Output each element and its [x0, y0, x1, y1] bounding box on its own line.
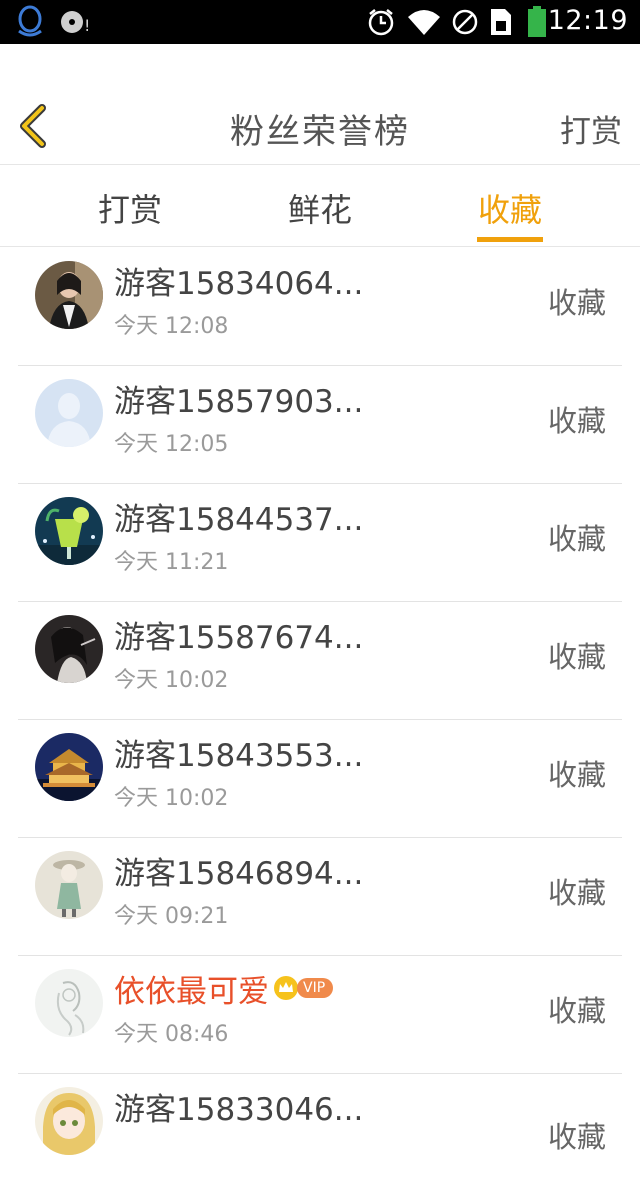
fan-time: 今天 08:46: [114, 1022, 229, 1047]
sim-icon: [488, 6, 514, 38]
avatar[interactable]: [35, 497, 103, 565]
fan-action-label: 收藏: [547, 876, 606, 910]
fan-action-label: 收藏: [547, 640, 606, 674]
fan-list: 游客15834064... 今天 12:08 收藏 游客15857903... …: [0, 248, 640, 1192]
avatar[interactable]: [35, 851, 103, 919]
fan-name: 依依最可爱: [114, 973, 269, 1010]
fan-time: 今天 12:08: [114, 314, 229, 339]
svg-text:!: !: [84, 16, 90, 35]
tab-favorites[interactable]: 收藏: [478, 185, 542, 231]
fan-time: 今天 12:05: [114, 432, 229, 457]
fan-row[interactable]: 依依最可爱 VIP 今天 08:46 收藏: [18, 956, 622, 1074]
tab-reward[interactable]: 打赏: [98, 185, 162, 231]
fan-row[interactable]: 游客15587674... 今天 10:02 收藏: [18, 602, 622, 720]
fan-row[interactable]: 游客15857903... 今天 12:05 收藏: [18, 366, 622, 484]
fan-action-label: 收藏: [547, 994, 606, 1028]
fan-row[interactable]: 游客15834064... 今天 12:08 收藏: [18, 248, 622, 366]
top-app-bar: 粉丝荣誉榜 打赏: [0, 44, 640, 165]
reward-button[interactable]: 打赏: [560, 106, 622, 151]
page-title: 粉丝荣誉榜: [230, 112, 410, 152]
fan-action-label: 收藏: [547, 1120, 606, 1154]
avatar[interactable]: [35, 969, 103, 1037]
avatar[interactable]: [35, 615, 103, 683]
tab-active-indicator: [477, 237, 543, 242]
fan-row[interactable]: 游客15846894... 今天 09:21 收藏: [18, 838, 622, 956]
avatar[interactable]: [35, 733, 103, 801]
fan-time: 今天 10:02: [114, 786, 229, 811]
no-sim-icon: [450, 6, 480, 38]
fan-action-label: 收藏: [547, 758, 606, 792]
fan-name: 游客15846894...: [114, 855, 364, 892]
status-time: 12:19: [547, 5, 628, 36]
fan-action-label: 收藏: [547, 404, 606, 438]
fan-action-label: 收藏: [547, 286, 606, 320]
avatar[interactable]: [35, 1087, 103, 1155]
media-icon: !: [58, 6, 92, 38]
fan-name: 游客15834064...: [114, 265, 364, 302]
fan-time: 今天 11:21: [114, 550, 229, 575]
status-bar: ! 12:19: [0, 0, 640, 44]
vip-badge: VIP: [297, 978, 334, 998]
tab-flowers[interactable]: 鲜花: [288, 185, 352, 231]
fan-name: 游客15833046...: [114, 1091, 364, 1128]
avatar[interactable]: [35, 261, 103, 329]
fan-name: 游客15587674...: [114, 619, 364, 656]
fan-name: 游客15857903...: [114, 383, 364, 420]
qq-icon: [14, 5, 46, 38]
avatar[interactable]: [35, 379, 103, 447]
fan-row[interactable]: 游客15844537... 今天 11:21 收藏: [18, 484, 622, 602]
tab-bar: 打赏 鲜花 收藏: [0, 165, 640, 247]
fan-time: 今天 10:02: [114, 668, 229, 693]
fan-action-label: 收藏: [547, 522, 606, 556]
crown-icon: [274, 976, 298, 1000]
fan-time: 今天 09:21: [114, 904, 229, 929]
alarm-icon: [366, 6, 396, 38]
battery-icon: [526, 6, 548, 38]
wifi-icon: [406, 6, 442, 38]
fan-name: 游客15843553...: [114, 737, 364, 774]
fan-row[interactable]: 游客15843553... 今天 10:02 收藏: [18, 720, 622, 838]
fan-row[interactable]: 游客15833046... 收藏: [18, 1074, 622, 1192]
fan-name: 游客15844537...: [114, 501, 364, 538]
